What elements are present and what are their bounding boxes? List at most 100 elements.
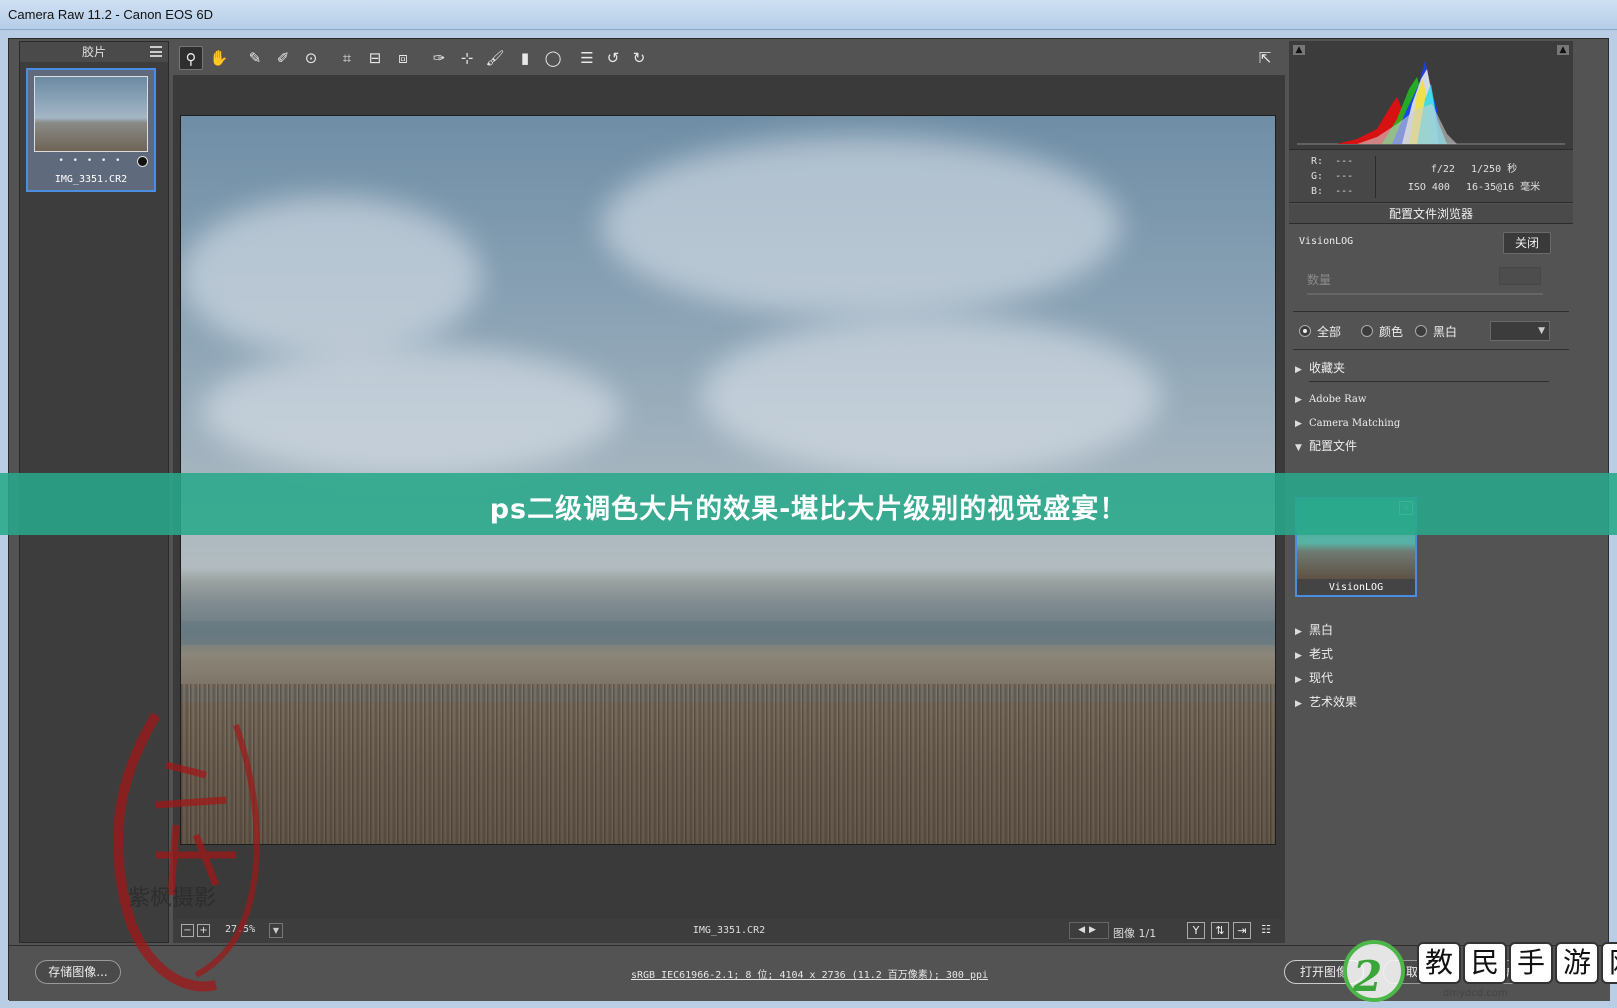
expand-triangle-icon: ▶ xyxy=(1295,395,1302,405)
forest xyxy=(181,683,1275,844)
seal-caption: 紫枫摄影 xyxy=(128,886,217,911)
expand-triangle-icon: ▶ xyxy=(1295,419,1302,429)
amount-label: 数量 xyxy=(1307,273,1332,287)
exif-shutter: 1/250 秒 xyxy=(1471,164,1518,175)
expand-triangle-icon: ▶ xyxy=(1295,365,1302,375)
cloud xyxy=(701,316,1161,476)
river xyxy=(181,621,1275,645)
r-value: --- xyxy=(1335,156,1354,167)
white-balance-tool-icon[interactable]: ✎ xyxy=(243,46,267,70)
group-label: 艺术效果 xyxy=(1309,695,1358,709)
filter-color[interactable]: 颜色 xyxy=(1361,323,1403,339)
current-profile-name: VisionLOG xyxy=(1299,236,1354,247)
group-artistic[interactable]: ▶ 艺术效果 xyxy=(1295,693,1357,711)
group-camera-matching[interactable]: ▶ Camera Matching xyxy=(1295,413,1400,431)
site-char: 手 xyxy=(1509,942,1553,984)
group-favorites[interactable]: ▶ 收藏夹 xyxy=(1295,359,1345,377)
expand-triangle-icon: ▶ xyxy=(1295,627,1302,637)
adjustment-brush-tool-icon[interactable]: 🖌 xyxy=(483,46,507,70)
readout-divider xyxy=(1375,156,1376,198)
graduated-filter-tool-icon[interactable]: ▮ xyxy=(513,46,537,70)
window-titlebar: Camera Raw 11.2 - Canon EOS 6D xyxy=(0,0,1617,30)
histogram: ▲ ▲ xyxy=(1289,41,1573,149)
group-profiles[interactable]: ▼ 配置文件 xyxy=(1295,437,1357,455)
filmstrip-thumbnail[interactable]: • • • • • IMG_3351.CR2 xyxy=(26,68,156,192)
close-profile-browser-button[interactable]: 关闭 xyxy=(1503,232,1551,254)
radio-color[interactable] xyxy=(1361,325,1373,337)
filter-all-label: 全部 xyxy=(1317,324,1342,339)
group-bw[interactable]: ▶ 黑白 xyxy=(1295,621,1333,639)
color-sampler-tool-icon[interactable]: ✐ xyxy=(271,46,295,70)
collapse-triangle-icon: ▼ xyxy=(1295,443,1302,453)
group-vintage[interactable]: ▶ 老式 xyxy=(1295,645,1333,663)
filter-bw-label: 黑白 xyxy=(1433,324,1458,339)
expand-triangle-icon: ▶ xyxy=(1295,651,1302,661)
b-value: --- xyxy=(1335,186,1354,197)
filter-all[interactable]: 全部 xyxy=(1299,323,1341,339)
transform-tool-icon[interactable]: ⧈ xyxy=(391,46,415,70)
amount-slider[interactable] xyxy=(1307,293,1543,295)
exif-row-2: ISO 400 16-35@16 毫米 xyxy=(1379,178,1569,193)
group-label: Camera Matching xyxy=(1309,418,1401,429)
before-after-y-icon[interactable]: Y xyxy=(1187,922,1205,939)
group-modern[interactable]: ▶ 现代 xyxy=(1295,669,1333,687)
red-eye-tool-icon[interactable]: ⊹ xyxy=(455,46,479,70)
site-char: 游 xyxy=(1555,942,1599,984)
group-adobe-raw[interactable]: ▶ Adobe Raw xyxy=(1295,389,1366,407)
exif-row-1: f/22 1/250 秒 xyxy=(1379,160,1569,175)
window-title: Camera Raw 11.2 - Canon EOS 6D xyxy=(8,7,213,22)
group-label: 现代 xyxy=(1309,671,1334,685)
cloud xyxy=(601,136,1121,316)
copy-settings-icon[interactable]: ⇥ xyxy=(1233,922,1251,939)
toolbar: ⚲ ✋ ✎ ✐ ⊙ ⌗ ⊟ ⧈ ✑ ⊹ 🖌 ▮ ◯ ☰ ↺ ↻ ⇱ xyxy=(173,41,1285,75)
swap-settings-icon[interactable]: ⇅ xyxy=(1211,922,1229,939)
fullscreen-icon[interactable]: ⇱ xyxy=(1253,46,1277,70)
b-label: B: xyxy=(1311,186,1324,197)
image-nav-arrows[interactable]: ◀▶ xyxy=(1069,922,1109,939)
site-char: 教 xyxy=(1417,942,1461,984)
g-label: G: xyxy=(1311,171,1324,182)
site-char: 网 xyxy=(1601,942,1617,984)
rotate-left-icon[interactable]: ↺ xyxy=(601,46,625,70)
site-watermark: 2 教 民 手 游 网 dmydcd.com xyxy=(1325,938,1617,1008)
hand-tool-icon[interactable]: ✋ xyxy=(207,46,231,70)
radio-bw[interactable] xyxy=(1415,325,1427,337)
divider xyxy=(1293,311,1569,312)
radio-all[interactable] xyxy=(1299,325,1311,337)
title-banner: ps二级调色大片的效果-堪比大片级别的视觉盛宴！ xyxy=(0,473,1617,535)
thumbnail-filename: IMG_3351.CR2 xyxy=(54,174,128,185)
straighten-tool-icon[interactable]: ⊟ xyxy=(363,46,387,70)
expand-triangle-icon: ▶ xyxy=(1295,699,1302,709)
filmstrip-menu-icon[interactable] xyxy=(150,46,162,57)
spot-removal-tool-icon[interactable]: ✑ xyxy=(427,46,451,70)
filmstrip-header: 胶片 xyxy=(20,42,168,62)
histogram-graph xyxy=(1297,61,1565,145)
cloud xyxy=(181,196,481,356)
filter-color-label: 颜色 xyxy=(1379,324,1404,339)
profile-browser-title: 配置文件浏览器 xyxy=(1289,204,1573,224)
toggle-settings-icon[interactable]: ☷ xyxy=(1257,922,1275,939)
filter-bw[interactable]: 黑白 xyxy=(1415,323,1457,339)
cloud xyxy=(201,346,621,476)
zoom-tool-icon[interactable]: ⚲ xyxy=(179,46,203,70)
rating-dots[interactable]: • • • • • xyxy=(28,156,154,166)
group-label: 老式 xyxy=(1309,647,1334,661)
exif-iso: ISO 400 xyxy=(1407,182,1450,193)
rotate-right-icon[interactable]: ↻ xyxy=(627,46,651,70)
targeted-adjustment-tool-icon[interactable]: ⊙ xyxy=(299,46,323,70)
g-value: --- xyxy=(1335,171,1354,182)
radial-filter-tool-icon[interactable]: ◯ xyxy=(541,46,565,70)
divider xyxy=(1293,349,1569,350)
group-label: Adobe Raw xyxy=(1309,394,1367,405)
site-logo-circle-icon: 2 xyxy=(1343,940,1405,1002)
view-dropdown[interactable]: ▼ xyxy=(1490,321,1550,341)
amount-field[interactable] xyxy=(1499,267,1541,285)
thumbnail-image xyxy=(34,76,148,152)
chevron-down-icon: ▼ xyxy=(1538,326,1545,336)
image-count: 图像 1/1 xyxy=(1113,927,1157,940)
group-label: 收藏夹 xyxy=(1309,361,1346,375)
divider xyxy=(1309,381,1549,382)
preferences-icon[interactable]: ☰ xyxy=(575,46,599,70)
crop-tool-icon[interactable]: ⌗ xyxy=(335,46,359,70)
group-label: 配置文件 xyxy=(1309,439,1358,453)
